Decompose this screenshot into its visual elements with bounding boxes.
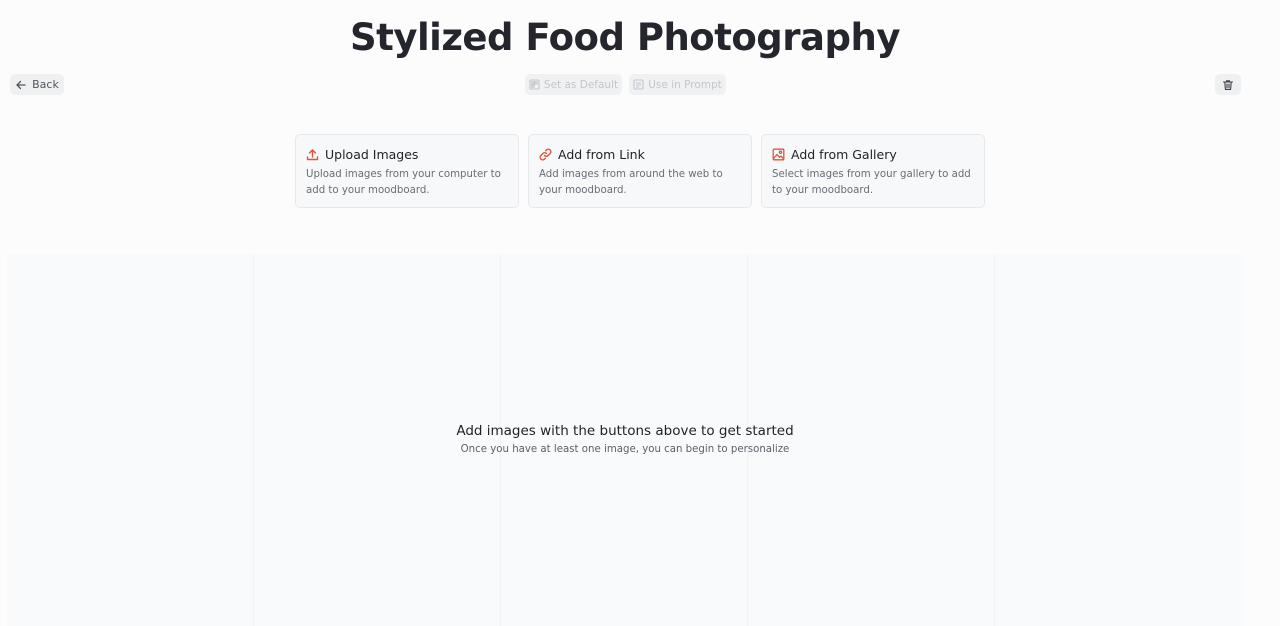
back-label: Back — [32, 78, 59, 91]
trash-icon — [1222, 79, 1234, 91]
link-icon — [539, 147, 552, 161]
gallery-icon — [772, 148, 785, 161]
add-from-gallery-description: Select images from your gallery to add t… — [772, 169, 971, 196]
back-button[interactable]: Back — [10, 74, 64, 95]
page-title: Stylized Food Photography — [350, 16, 900, 59]
upload-images-title: Upload Images — [325, 146, 419, 162]
add-from-gallery-card[interactable]: Add from Gallery Select images from your… — [761, 134, 985, 208]
upload-icon — [306, 148, 319, 161]
add-from-link-card[interactable]: Add from Link Add images from around the… — [528, 134, 752, 208]
use-in-prompt-button[interactable]: Use in Prompt — [629, 74, 726, 95]
upload-images-card[interactable]: Upload Images Upload images from your co… — [295, 134, 519, 208]
board-column-divider — [994, 254, 995, 626]
document-icon — [633, 79, 644, 90]
upload-images-description: Upload images from your computer to add … — [306, 169, 501, 196]
board-column-divider — [253, 254, 254, 626]
delete-button[interactable] — [1215, 74, 1241, 95]
set-as-default-button[interactable]: Set as Default — [525, 74, 622, 95]
empty-state-subtitle: Once you have at least one image, you ca… — [460, 444, 790, 455]
arrow-left-icon — [15, 79, 27, 91]
empty-state-title: Add images with the buttons above to get… — [456, 423, 794, 439]
use-in-prompt-label: Use in Prompt — [648, 78, 722, 91]
add-from-link-description: Add images from around the web to your m… — [539, 169, 723, 196]
moodboard-area — [7, 254, 1244, 626]
set-as-default-label: Set as Default — [543, 78, 619, 91]
layout-grid-icon — [529, 79, 540, 90]
add-from-gallery-title: Add from Gallery — [791, 146, 897, 162]
moodboard-page: Stylized Food Photography Back Set as De… — [0, 0, 1280, 626]
board-column-divider — [500, 254, 501, 626]
board-column-divider — [747, 254, 748, 626]
add-from-link-title: Add from Link — [558, 146, 645, 162]
